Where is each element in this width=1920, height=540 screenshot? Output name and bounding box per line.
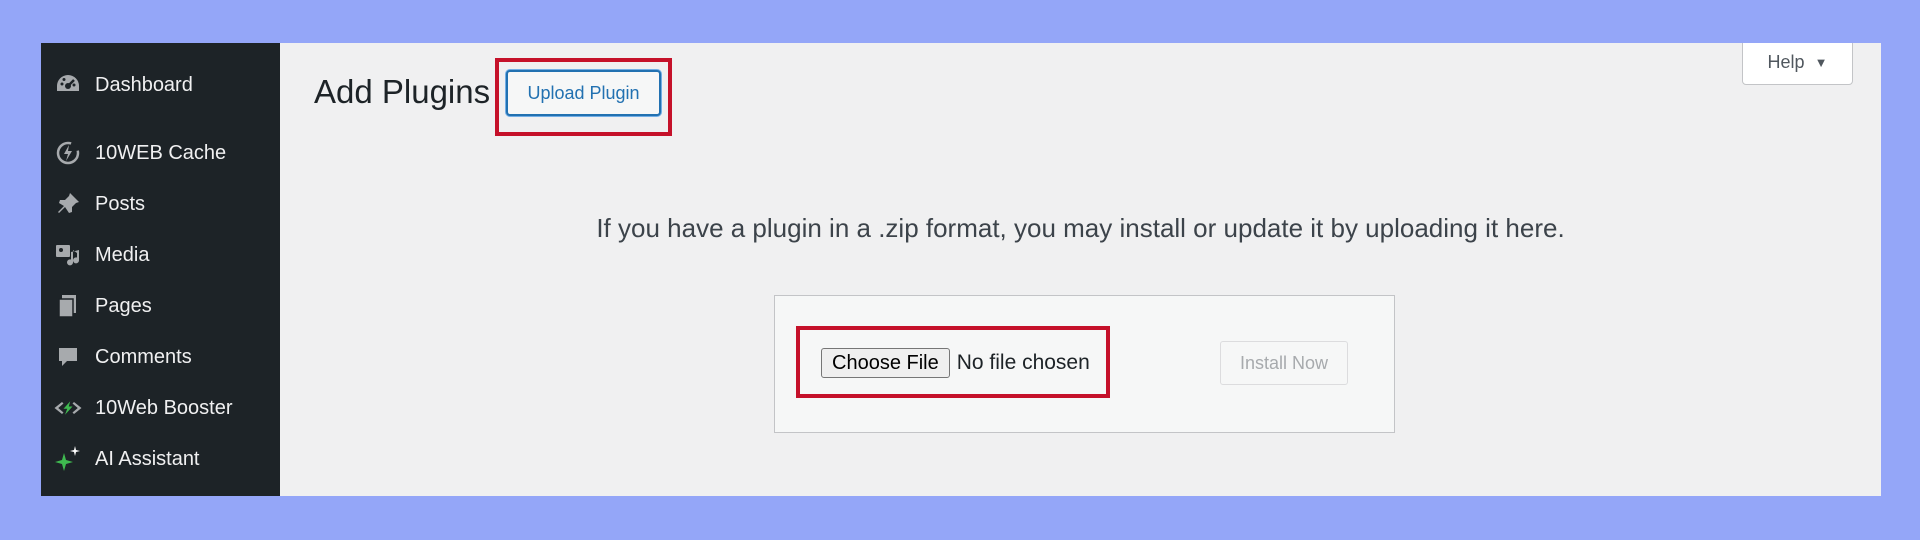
- sidebar-item-media[interactable]: Media: [41, 233, 280, 277]
- sparkle-icon: [53, 444, 83, 474]
- sidebar-item-label: Posts: [95, 192, 146, 215]
- sidebar-item-10web-booster[interactable]: 10Web Booster: [41, 386, 280, 430]
- pages-icon: [53, 291, 83, 321]
- caret-down-icon: ▼: [1814, 54, 1828, 70]
- page-title: Add Plugins: [314, 73, 491, 110]
- booster-icon: [53, 393, 83, 423]
- dashboard-icon: [53, 70, 83, 100]
- help-tab-label: Help: [1767, 51, 1805, 72]
- sidebar-item-label: Dashboard: [95, 73, 193, 96]
- sidebar-item-comments[interactable]: Comments: [41, 335, 280, 379]
- sidebar-item-posts[interactable]: Posts: [41, 182, 280, 226]
- comment-icon: [53, 342, 83, 372]
- sidebar-item-10web-cache[interactable]: 10WEB Cache: [41, 131, 280, 175]
- sidebar-item-dashboard[interactable]: Dashboard: [41, 63, 280, 107]
- admin-sidebar: Dashboard 10WEB Cache Posts Media Pages …: [41, 43, 280, 496]
- sidebar-item-label: AI Assistant: [95, 447, 200, 470]
- sidebar-item-ai-assistant[interactable]: AI Assistant: [41, 437, 280, 481]
- media-icon: [53, 240, 83, 270]
- upload-help-text: If you have a plugin in a .zip format, y…: [596, 213, 1565, 243]
- sidebar-item-label: Media: [95, 243, 150, 266]
- wordpress-admin-frame: Dashboard 10WEB Cache Posts Media Pages …: [41, 43, 1881, 496]
- help-tab[interactable]: Help ▼: [1742, 43, 1853, 85]
- sidebar-item-label: Pages: [95, 294, 152, 317]
- sidebar-item-label: Comments: [95, 345, 192, 368]
- install-now-button[interactable]: Install Now: [1220, 341, 1348, 385]
- sidebar-item-pages[interactable]: Pages: [41, 284, 280, 328]
- choose-file-highlight: [796, 326, 1110, 398]
- upload-plugin-button[interactable]: Upload Plugin: [506, 70, 661, 116]
- pin-icon: [53, 189, 83, 219]
- sidebar-item-label: 10Web Booster: [95, 396, 233, 419]
- sidebar-item-label: 10WEB Cache: [95, 141, 227, 164]
- cache-icon: [53, 138, 83, 168]
